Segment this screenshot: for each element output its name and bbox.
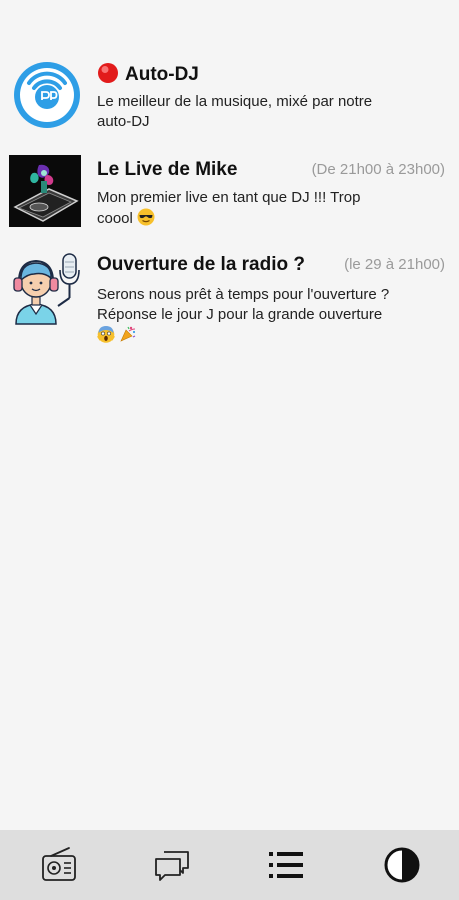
item-description: Le meilleur de la musique, mixé par notr… <box>97 93 373 130</box>
podcaster-illustration <box>13 253 80 325</box>
item-title: Auto-DJ <box>125 64 199 85</box>
list-item[interactable]: Auto-DJ Le meilleur de la musique, mixé … <box>0 56 459 144</box>
nav-list-button[interactable] <box>262 842 310 888</box>
live-indicator-icon <box>98 63 118 83</box>
item-description: Serons nous prêt à temps pour l'ouvertur… <box>97 285 445 346</box>
item-description: Mon premier live en tant que DJ !!! Trop… <box>97 189 361 227</box>
item-title: Ouverture de la radio ? <box>97 254 305 275</box>
nav-chat-button[interactable] <box>148 842 196 888</box>
nav-theme-button[interactable] <box>378 842 426 888</box>
radio-icon <box>42 847 76 881</box>
podcaster-thumbnail <box>8 250 84 326</box>
contrast-icon <box>384 847 420 883</box>
radio-logo-thumbnail <box>12 60 82 130</box>
sunglasses-emoji-icon <box>137 208 155 226</box>
item-time: (le 29 à 21h00) <box>344 256 445 273</box>
item-time: (De 21h00 à 23h00) <box>311 161 445 178</box>
dj-turntable-photo <box>9 155 81 227</box>
party-popper-emoji-icon <box>120 326 136 342</box>
nav-radio-button[interactable] <box>35 842 83 888</box>
list-item[interactable]: Ouverture de la radio ? (le 29 à 21h00) … <box>0 250 459 350</box>
chat-icon <box>155 851 189 881</box>
list-item[interactable]: Le Live de Mike (De 21h00 à 23h00) Mon p… <box>0 155 459 235</box>
dj-thumbnail <box>9 155 81 227</box>
item-title: Le Live de Mike <box>97 159 238 180</box>
bottom-navigation <box>0 830 459 900</box>
radio-logo <box>14 62 80 128</box>
list-icon <box>269 852 303 878</box>
screaming-face-emoji-icon <box>97 326 115 343</box>
